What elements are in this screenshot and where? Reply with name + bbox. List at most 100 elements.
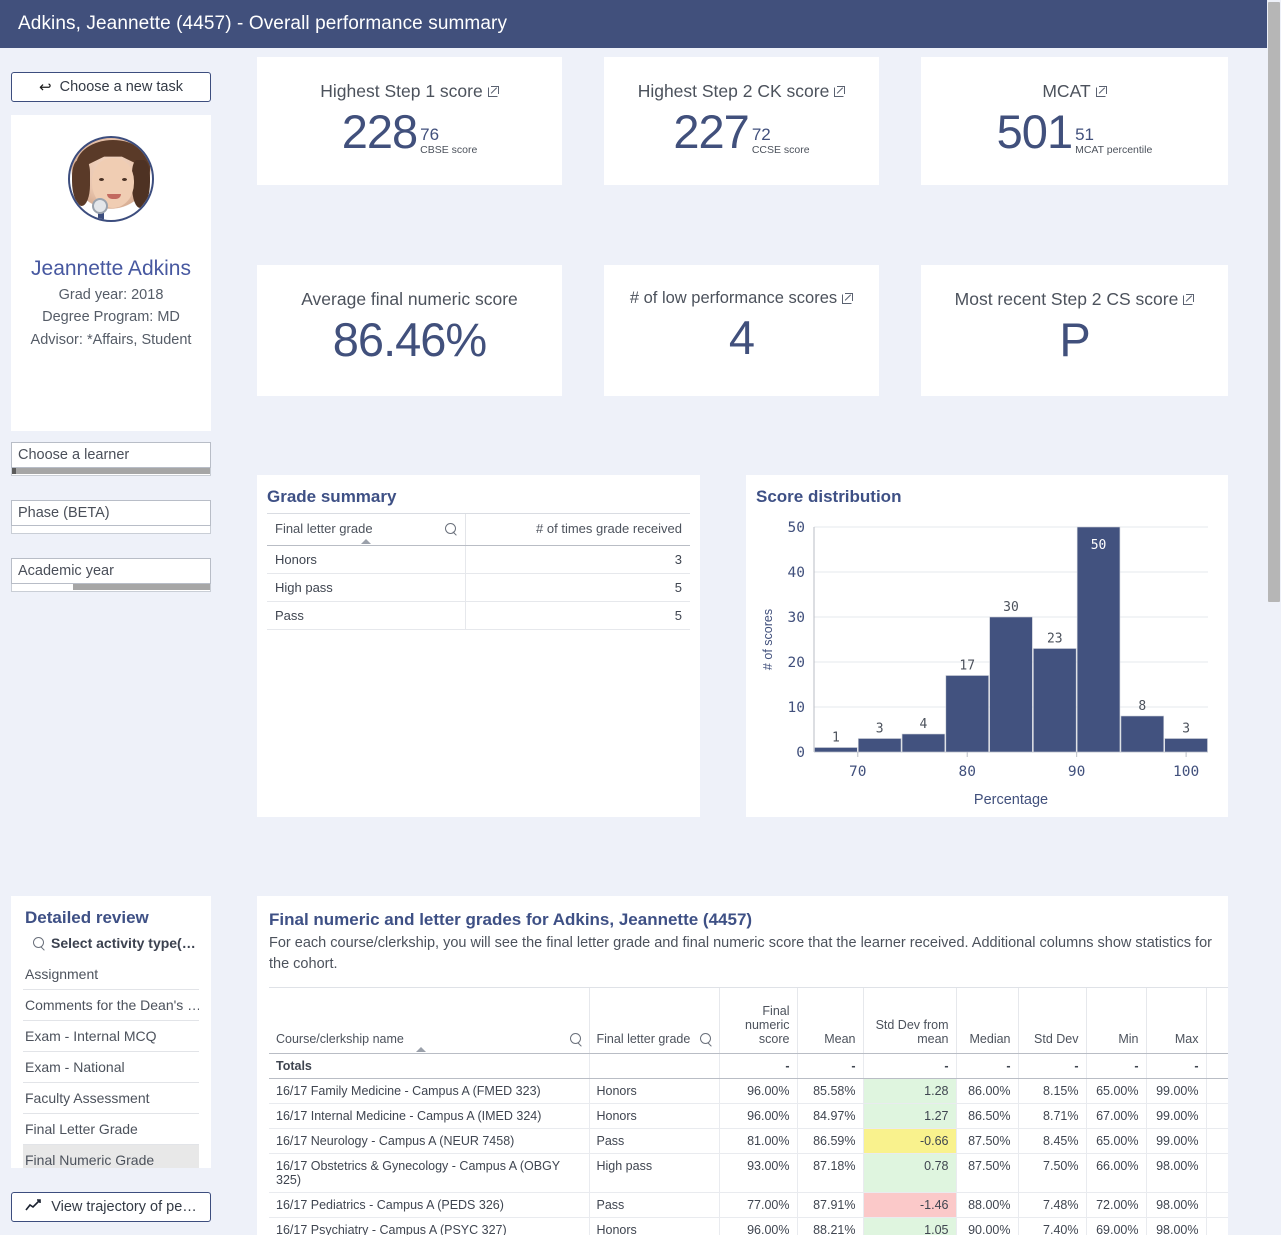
cell-mean: 88.21% bbox=[796, 1217, 863, 1235]
kpi-card-most-recent-step-2-cs[interactable]: Most recent Step 2 CS score P bbox=[921, 265, 1228, 396]
kpi-card-mcat[interactable]: MCAT 501 51 MCAT percentile bbox=[921, 57, 1228, 185]
final-grades-panel: Final numeric and letter grades for Adki… bbox=[257, 896, 1228, 1235]
cell-total: - bbox=[862, 1053, 956, 1080]
filter-choose-a-learner-label[interactable]: Choose a learner bbox=[11, 442, 211, 468]
y-tick-label: 20 bbox=[788, 655, 805, 671]
scroll-thumb-cap bbox=[12, 468, 16, 474]
table-row[interactable]: 16/17 Internal Medicine - Campus A (IMED… bbox=[269, 1103, 1228, 1130]
cell-min: 69.00% bbox=[1085, 1217, 1146, 1235]
filter-academic-year-label[interactable]: Academic year bbox=[11, 558, 211, 584]
column-header-final-numeric-score[interactable]: Final numeric score bbox=[718, 987, 797, 1055]
search-icon[interactable] bbox=[569, 1033, 582, 1045]
external-link-icon[interactable] bbox=[487, 86, 499, 97]
score-distribution-chart[interactable]: 0 10 20 30 40 50 1 3 4 17 30 23 50 8 3 70 80 90 100 Percent… bbox=[756, 507, 1218, 837]
table-row[interactable]: 16/17 Neurology - Campus A (NEUR 7458) Pa… bbox=[269, 1128, 1228, 1155]
choose-new-task-button[interactable]: ↩ Choose a new task bbox=[11, 72, 211, 102]
page-scrollbar-track[interactable] bbox=[1267, 0, 1281, 1235]
bar-value-label: 4 bbox=[920, 717, 928, 732]
column-header-median[interactable]: Median bbox=[955, 987, 1018, 1055]
kpi-label: Average final numeric score bbox=[301, 289, 518, 310]
cell-final-numeric-score: 93.00% bbox=[718, 1153, 797, 1194]
activity-type-item[interactable]: Final Letter Grade bbox=[23, 1114, 199, 1145]
kpi-card-average-final-numeric-score[interactable]: Average final numeric score 86.46% bbox=[257, 265, 562, 396]
histogram-bar[interactable] bbox=[1076, 526, 1121, 753]
external-link-icon[interactable] bbox=[842, 293, 854, 304]
table-row[interactable]: High pass 5 bbox=[267, 573, 690, 602]
filter-choose-a-learner-scrollbar[interactable] bbox=[11, 468, 211, 476]
external-link-icon[interactable] bbox=[834, 86, 846, 97]
table-row-totals: Totals-------- bbox=[269, 1053, 1228, 1080]
column-header-times-received[interactable]: # of times grade received bbox=[465, 513, 690, 546]
cell-std-dev-from-mean: 1.05 bbox=[862, 1217, 956, 1235]
table-row[interactable]: 16/17 Family Medicine - Campus A (FMED 3… bbox=[269, 1078, 1228, 1105]
table-header-row: Final letter grade # of times grade rece… bbox=[267, 513, 690, 546]
cell-min: 66.00% bbox=[1085, 1153, 1146, 1194]
table-row[interactable]: 16/17 Pediatrics - Campus A (PEDS 326) Pa… bbox=[269, 1192, 1228, 1219]
learner-grad-year: Grad year: 2018 bbox=[58, 287, 164, 303]
activity-type-item[interactable]: Final Numeric Grade bbox=[23, 1145, 199, 1168]
bar-value-label: 3 bbox=[876, 722, 884, 737]
kpi-card-highest-step-1[interactable]: Highest Step 1 score 228 76 CBSE score bbox=[257, 57, 562, 185]
histogram-bar[interactable] bbox=[1164, 738, 1208, 753]
cell-max: 99.00% bbox=[1145, 1103, 1206, 1130]
table-row[interactable]: Honors 3 bbox=[267, 545, 690, 574]
activity-type-item[interactable]: Faculty Assessment bbox=[23, 1083, 199, 1114]
activity-type-item[interactable]: Comments for the Dean's … bbox=[23, 990, 199, 1021]
filter-academic-year[interactable]: Academic year bbox=[11, 558, 211, 592]
activity-type-item[interactable]: Assignment bbox=[23, 959, 199, 990]
filter-choose-a-learner[interactable]: Choose a learner bbox=[11, 442, 211, 476]
table-row[interactable]: Pass 5 bbox=[267, 601, 690, 630]
kpi-label-text: Highest Step 2 CK score bbox=[637, 81, 830, 101]
sort-ascending-icon bbox=[416, 1047, 426, 1053]
learner-degree-program: Degree Program: MD bbox=[42, 309, 180, 326]
column-header-final-letter-grade[interactable]: Final letter grade bbox=[588, 987, 719, 1055]
external-link-icon[interactable] bbox=[1095, 86, 1107, 97]
filter-phase-beta-label[interactable]: Phase (BETA) bbox=[11, 500, 211, 526]
column-header-std-dev[interactable]: Std Dev bbox=[1017, 987, 1086, 1055]
table-row[interactable]: 16/17 Obstetrics & Gynecology - Campus A… bbox=[269, 1153, 1228, 1194]
search-icon[interactable] bbox=[445, 522, 457, 535]
histogram-bar[interactable] bbox=[989, 616, 1033, 753]
histogram-bar[interactable] bbox=[1120, 715, 1165, 753]
bar-value-label: 30 bbox=[1003, 600, 1019, 615]
bar-value-label: 23 bbox=[1047, 632, 1063, 647]
column-header-std-dev-from-mean[interactable]: Std Dev from mean bbox=[862, 987, 956, 1055]
scroll-thumb[interactable] bbox=[12, 468, 210, 474]
kpi-card-highest-step-2-ck[interactable]: Highest Step 2 CK score 227 72 CCSE scor… bbox=[604, 57, 879, 185]
view-trajectory-button[interactable]: View trajectory of pe… bbox=[11, 1192, 211, 1222]
scroll-thumb[interactable] bbox=[73, 584, 210, 590]
column-header-max[interactable]: Max bbox=[1145, 987, 1206, 1055]
histogram-bar[interactable] bbox=[1033, 648, 1077, 753]
page-scrollbar-thumb[interactable] bbox=[1268, 2, 1280, 602]
column-header-min[interactable]: Min bbox=[1085, 987, 1146, 1055]
column-header-course-name[interactable]: Course/clerkship name bbox=[269, 987, 589, 1055]
kpi-label: Highest Step 1 score bbox=[320, 81, 499, 102]
activity-type-item[interactable]: Exam - National bbox=[23, 1052, 199, 1083]
filter-phase-beta-scrollbar[interactable] bbox=[11, 526, 211, 534]
kpi-card-low-performance-scores[interactable]: # of low performance scores 4 bbox=[604, 265, 879, 396]
filter-academic-year-scrollbar[interactable] bbox=[11, 584, 211, 592]
external-link-icon[interactable] bbox=[1183, 294, 1195, 305]
histogram-bar[interactable] bbox=[901, 733, 946, 753]
histogram-bar[interactable] bbox=[857, 738, 902, 753]
activity-type-search[interactable]: Select activity type(… bbox=[11, 935, 211, 951]
cell-std-dev: 8.45% bbox=[1017, 1128, 1086, 1155]
search-icon[interactable] bbox=[699, 1033, 712, 1045]
cell-median: 88.00% bbox=[955, 1192, 1018, 1219]
column-header-final-letter-grade[interactable]: Final letter grade bbox=[267, 513, 466, 546]
kpi-value-group: 4 bbox=[729, 314, 755, 361]
activity-type-list[interactable]: Assignment Comments for the Dean's … Exam … bbox=[11, 959, 211, 1168]
kpi-label: Most recent Step 2 CS score bbox=[955, 289, 1195, 310]
cell-max: 98.00% bbox=[1145, 1153, 1206, 1194]
back-arrow-icon: ↩ bbox=[39, 78, 52, 96]
histogram-bar[interactable] bbox=[814, 747, 858, 753]
column-header-n[interactable]: N bbox=[1205, 987, 1228, 1055]
cell-std-dev: 7.50% bbox=[1017, 1153, 1086, 1194]
histogram-bar[interactable] bbox=[945, 675, 989, 753]
filter-phase-beta[interactable]: Phase (BETA) bbox=[11, 500, 211, 534]
table-row[interactable]: 16/17 Psychiatry - Campus A (PSYC 327) Ho… bbox=[269, 1217, 1228, 1235]
cell-std-dev-from-mean: 1.27 bbox=[862, 1103, 956, 1130]
activity-type-item[interactable]: Exam - Internal MCQ bbox=[23, 1021, 199, 1052]
column-header-mean[interactable]: Mean bbox=[796, 987, 863, 1055]
kpi-superscript: 72 bbox=[751, 124, 771, 144]
